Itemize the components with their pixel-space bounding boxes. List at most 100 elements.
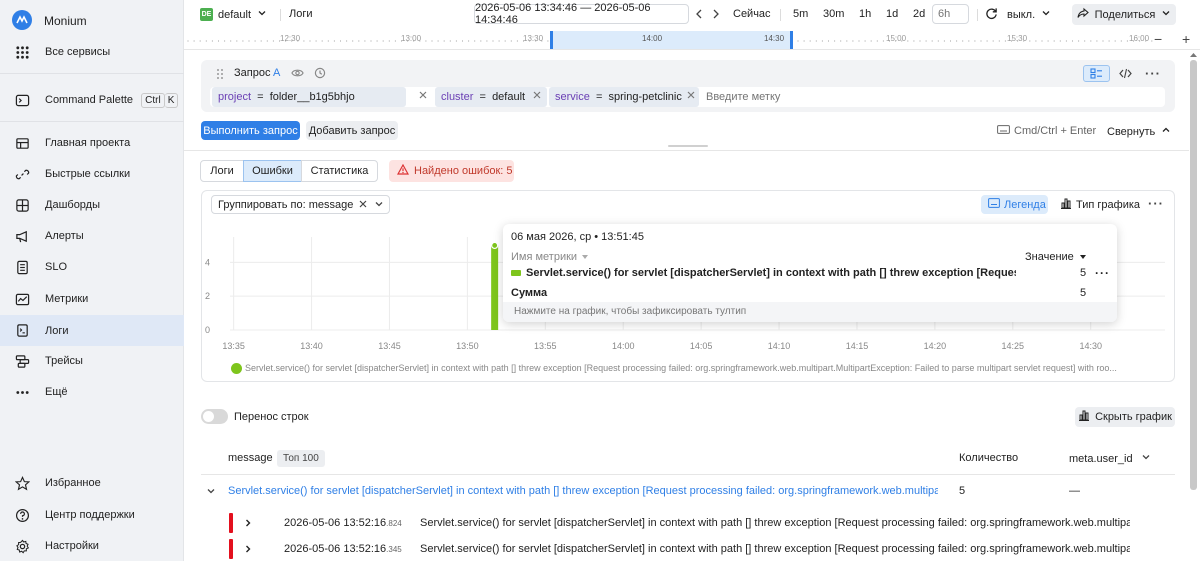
column-header-message[interactable]: message xyxy=(228,452,273,464)
table-row[interactable]: 2026-05-06 13:52:16.824 Servlet.service(… xyxy=(201,512,1175,534)
tag-value: folder__b1g5bhjo xyxy=(269,91,355,103)
chevron-right-icon[interactable] xyxy=(711,8,721,23)
collapse-button[interactable]: Свернуть xyxy=(1107,125,1171,138)
history-icon[interactable] xyxy=(314,67,326,82)
filter-tag-service[interactable]: service = spring-petclinic xyxy=(549,87,699,107)
filter-tag-cluster[interactable]: cluster = default xyxy=(435,87,547,107)
env-selector[interactable]: default xyxy=(218,8,267,21)
filter-tag-project[interactable]: project = folder__b1g5bhjo xyxy=(212,87,406,107)
x-tick-label: 13:35 xyxy=(222,341,245,351)
timeline-selection[interactable] xyxy=(550,31,792,49)
divider xyxy=(0,121,184,122)
chart-hover-point[interactable] xyxy=(491,241,499,250)
row-timestamp-main: 2026-05-06 13:52:16 xyxy=(284,543,387,555)
hide-chart-button[interactable]: Скрыть график xyxy=(1075,407,1175,427)
help-icon xyxy=(14,507,30,523)
row-timestamp-ms: .824 xyxy=(386,519,402,528)
column-header-count[interactable]: Количество xyxy=(959,452,1018,464)
sidebar-item-command-palette[interactable]: Command Palette Ctrl K xyxy=(0,85,184,115)
preset-2d[interactable]: 2d xyxy=(913,8,925,20)
tooltip-value-header[interactable]: Значение xyxy=(1025,251,1087,263)
column-header-user-id[interactable]: meta.user_id xyxy=(1069,452,1151,465)
sidebar-item-support[interactable]: Центр поддержки xyxy=(0,500,184,530)
sidebar-item-quick-links[interactable]: Быстрые ссылки xyxy=(0,159,184,189)
tag-key: cluster xyxy=(441,91,474,103)
tooltip-metric-header[interactable]: Имя метрики xyxy=(511,251,589,263)
builder-mode-icon[interactable] xyxy=(1083,65,1110,82)
remove-tag-icon[interactable] xyxy=(418,90,428,103)
preset-30m[interactable]: 30m xyxy=(823,8,844,20)
chevron-right-icon[interactable] xyxy=(243,544,253,557)
chevron-left-icon[interactable] xyxy=(694,8,704,23)
y-tick-label: 4 xyxy=(205,257,210,267)
chevron-up-icon xyxy=(1161,125,1171,138)
query-letter[interactable]: A xyxy=(273,67,280,79)
chevron-right-icon[interactable] xyxy=(243,518,253,531)
custom-range-input[interactable] xyxy=(932,4,969,24)
monium-logo-icon[interactable] xyxy=(12,10,32,30)
timeline-tick-label: 14:00 xyxy=(642,34,663,43)
tab-statistics[interactable]: Статистика xyxy=(301,160,378,182)
timeline-ruler[interactable]: 12:30 13:00 13:30 14:00 14:30 15:00 15:3… xyxy=(184,30,1200,50)
sidebar-item-more[interactable]: Ещё xyxy=(0,377,184,407)
sidebar-item-dashboards[interactable]: Дашборды xyxy=(0,190,184,220)
sidebar-item-alerts[interactable]: Алерты xyxy=(0,221,184,251)
dashboard-icon xyxy=(14,197,30,213)
scrollbar-thumb[interactable] xyxy=(1190,60,1197,490)
code-mode-icon[interactable] xyxy=(1119,68,1132,82)
preset-1h[interactable]: 1h xyxy=(859,8,871,20)
tooltip-row-more-icon[interactable]: ··· xyxy=(1095,266,1110,280)
sidebar-item-home[interactable]: Главная проекта xyxy=(0,128,184,158)
tab-errors[interactable]: Ошибки xyxy=(243,160,302,182)
sidebar-item-favorites[interactable]: Избранное xyxy=(0,468,184,498)
eye-icon[interactable] xyxy=(291,67,304,82)
sidebar-item-settings[interactable]: Настройки xyxy=(0,531,184,561)
chevron-down-icon xyxy=(257,8,267,21)
x-tick-label: 14:10 xyxy=(768,341,791,351)
query-panel: Запрос A ··· project = folder__b1g5bhjo … xyxy=(201,60,1175,112)
refresh-icon[interactable] xyxy=(985,7,998,23)
tooltip-row-label: Servlet.service() for servlet [dispatche… xyxy=(526,267,1016,279)
drag-handle-icon[interactable] xyxy=(216,68,224,83)
now-button[interactable]: Сейчас xyxy=(733,8,771,20)
sidebar-item-slo[interactable]: SLO xyxy=(0,252,184,282)
remove-tag-icon[interactable] xyxy=(532,90,542,103)
zoom-out-button[interactable]: − xyxy=(1154,31,1162,47)
run-query-button[interactable]: Выполнить запрос xyxy=(201,121,300,140)
add-query-button[interactable]: Добавить запрос xyxy=(306,121,398,140)
scrollbar[interactable] xyxy=(1189,50,1198,561)
remove-tag-icon[interactable] xyxy=(686,90,696,103)
more-options-icon[interactable]: ··· xyxy=(1145,66,1161,81)
value-header-text: Значение xyxy=(1025,251,1074,263)
preset-5m[interactable]: 5m xyxy=(793,8,808,20)
shortcut-hint: Cmd/Ctrl + Enter xyxy=(997,125,1096,137)
timeline-selection-end-handle[interactable] xyxy=(790,31,793,49)
line-wrap-toggle[interactable] xyxy=(201,409,228,424)
timeline-selection-start-handle[interactable] xyxy=(550,31,553,49)
sidebar-item-metrics[interactable]: Метрики xyxy=(0,284,184,314)
bar-chart-icon xyxy=(1078,410,1090,424)
legend-item[interactable]: Servlet.service() for servlet [dispatche… xyxy=(245,363,1161,373)
resize-handle[interactable] xyxy=(668,145,708,147)
sidebar-item-label: Ещё xyxy=(45,386,68,398)
home-icon xyxy=(14,135,30,151)
scroll-up-icon[interactable] xyxy=(1189,51,1198,59)
tooltip-sum-label: Сумма xyxy=(511,287,548,299)
grid-icon xyxy=(14,44,30,60)
tab-logs[interactable]: Логи xyxy=(200,160,244,182)
share-button[interactable]: Поделиться xyxy=(1072,4,1176,25)
sidebar-item-all-services[interactable]: Все сервисы xyxy=(0,37,184,67)
time-range-input[interactable]: 2026-05-06 13:34:46 — 2026-05-06 14:34:4… xyxy=(474,2,689,26)
x-tick-label: 14:05 xyxy=(690,341,713,351)
sidebar-item-logs[interactable]: Логи xyxy=(0,315,184,346)
zoom-in-button[interactable]: + xyxy=(1182,31,1190,47)
preset-1d[interactable]: 1d xyxy=(886,8,898,20)
chevron-down-icon[interactable] xyxy=(206,486,216,499)
table-group-row[interactable]: Servlet.service() for servlet [dispatche… xyxy=(201,480,1175,502)
table-row[interactable]: 2026-05-06 13:52:16.345 Servlet.service(… xyxy=(201,538,1175,560)
group-row-message[interactable]: Servlet.service() for servlet [dispatche… xyxy=(228,485,938,497)
label-input[interactable] xyxy=(706,89,956,105)
chart-bar[interactable] xyxy=(491,245,499,330)
refresh-interval-select[interactable]: выкл. xyxy=(1007,8,1051,21)
sidebar-item-traces[interactable]: Трейсы xyxy=(0,346,184,376)
